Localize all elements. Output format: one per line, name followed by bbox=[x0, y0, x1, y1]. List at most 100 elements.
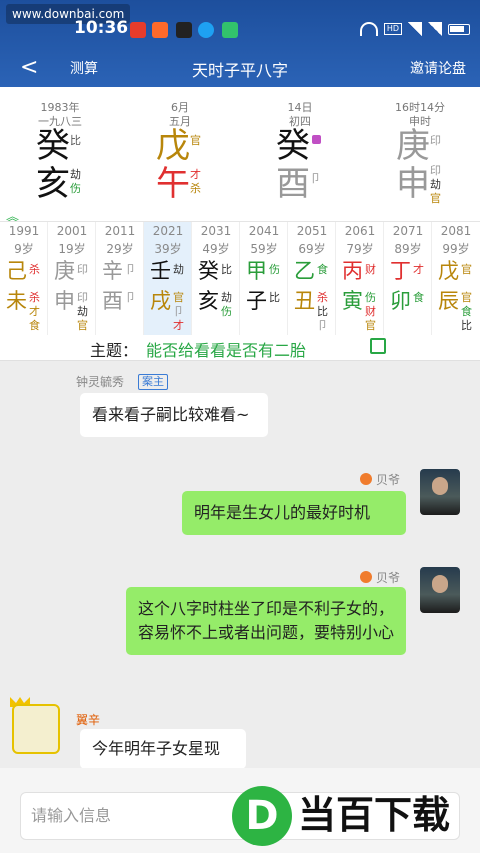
decade-label: 财 bbox=[365, 263, 376, 276]
decade-label: 食 bbox=[413, 291, 424, 304]
watermark-logo: D bbox=[232, 786, 292, 846]
decade-label: 官 bbox=[461, 263, 472, 276]
decade-label: 劫 bbox=[77, 305, 88, 318]
decade-stem: 癸 bbox=[198, 259, 219, 283]
decade-branch: 戌 bbox=[150, 289, 171, 313]
decade-branch: 辰 bbox=[438, 289, 459, 313]
pillar-branch-label: 卩 bbox=[310, 172, 321, 185]
decade-label: 才 bbox=[173, 319, 184, 332]
decade-item[interactable]: 2001 19岁 庚 印 申 印 劫 官 bbox=[48, 222, 96, 336]
download-watermark: D 当百下载 bbox=[232, 786, 480, 848]
decade-item[interactable]: 2041 59岁 甲 伤 子 比 bbox=[240, 222, 288, 336]
decade-label: 印 bbox=[77, 291, 88, 304]
message-bubble[interactable]: 这个八字时柱坐了印是不利子女的，容易怀不上或者出问题，要特别小心 bbox=[126, 587, 406, 655]
pillar-branch-label: 伤 bbox=[70, 182, 81, 195]
decade-branch: 亥 bbox=[198, 289, 219, 313]
clock: 10:36 bbox=[74, 18, 129, 38]
avatar[interactable] bbox=[420, 567, 460, 613]
decade-branch: 酉 bbox=[102, 289, 123, 313]
topic-label: 主题： bbox=[90, 341, 139, 360]
decade-label: 财 bbox=[365, 305, 376, 318]
edit-icon[interactable] bbox=[370, 338, 386, 354]
decade-label: 劫 bbox=[173, 263, 184, 276]
message-bubble[interactable]: 明年是生女儿的最好时机 bbox=[182, 491, 406, 535]
decade-label: 比 bbox=[269, 291, 280, 304]
decade-age: 89岁 bbox=[394, 242, 422, 256]
pillar-stem: 癸 bbox=[276, 126, 310, 166]
decade-item[interactable]: 1991 9岁 己 杀 未 杀 才 食 bbox=[0, 222, 48, 336]
top-bar: www.downbai.com 10:36 HD < 测算 天时子平八字 邀请论… bbox=[0, 0, 480, 87]
pillar-year: 1983年 一九八三 癸 比 亥 劫 伤 bbox=[0, 87, 120, 207]
pillar-branch: 午 bbox=[156, 164, 190, 204]
decade-year: 1991 bbox=[8, 224, 40, 238]
decade-age: 79岁 bbox=[346, 242, 374, 256]
decade-item[interactable]: 2061 79岁 丙 财 寅 伤 财 官 bbox=[336, 222, 384, 336]
wifi-icon bbox=[360, 22, 378, 36]
decade-item[interactable]: 2071 89岁 丁 才 卯 食 bbox=[384, 222, 432, 336]
decade-year: 2031 bbox=[200, 224, 232, 238]
chat-area[interactable]: 钟灵毓秀 案主 看来看子嗣比较难看~ 贝爷 明年是生女儿的最好时机 贝爷 这个八… bbox=[0, 361, 480, 769]
decade-age: 9岁 bbox=[14, 242, 34, 256]
watermark-text: 当百下载 bbox=[298, 793, 451, 837]
decade-item[interactable]: 2011 29岁 辛 卩 酉 卩 bbox=[96, 222, 144, 336]
pillar-month: 6月 五月 戊 官 午 才 杀 bbox=[120, 87, 240, 207]
pillar-stem-label: 官 bbox=[190, 134, 201, 147]
decade-item[interactable]: 2051 69岁 乙 食 丑 杀 比 卩 bbox=[288, 222, 336, 336]
status-bar: www.downbai.com 10:36 HD bbox=[0, 0, 480, 44]
level-badge-icon bbox=[360, 571, 372, 583]
avatar[interactable] bbox=[420, 469, 460, 515]
decade-year: 2011 bbox=[104, 224, 136, 238]
decade-year: 2071 bbox=[392, 224, 424, 238]
topic-bar: 主题： 能否给看看是否有二胎 bbox=[0, 335, 480, 361]
decade-label: 官 bbox=[461, 291, 472, 304]
decade-age: 99岁 bbox=[442, 242, 470, 256]
decade-stem: 乙 bbox=[294, 259, 315, 283]
avatar[interactable] bbox=[12, 704, 60, 754]
decade-label: 官 bbox=[365, 319, 376, 332]
four-pillars: 1983年 一九八三 癸 比 亥 劫 伤 6月 五月 戊 官 午 才 杀 14日… bbox=[0, 87, 480, 207]
decade-label: 杀 bbox=[29, 263, 40, 276]
decade-label: 伤 bbox=[221, 305, 232, 318]
decade-label: 比 bbox=[317, 305, 328, 318]
pillar-branch-label: 劫 bbox=[70, 168, 81, 181]
nav-bar: < 测算 天时子平八字 邀请论盘 bbox=[0, 50, 480, 84]
phone-icon bbox=[222, 22, 238, 38]
decade-label: 食 bbox=[317, 263, 328, 276]
sender-name: 钟灵毓秀 bbox=[76, 375, 125, 389]
app-notification-icon bbox=[130, 22, 146, 38]
topic-text: 能否给看看是否有二胎 bbox=[146, 341, 307, 360]
owner-badge: 案主 bbox=[138, 374, 168, 390]
pillar-branch-label: 才 bbox=[190, 168, 201, 181]
sender-name: 贝爷 bbox=[376, 473, 401, 487]
pillar-branch-label: 杀 bbox=[190, 182, 201, 195]
signal-icon bbox=[408, 22, 422, 36]
decade-label: 才 bbox=[413, 263, 424, 276]
decade-label: 官 bbox=[77, 319, 88, 332]
pillar-hour: 16时14分 申时 庚 印 申 印 劫 官 bbox=[360, 87, 480, 207]
decade-label: 卩 bbox=[173, 305, 184, 318]
decade-stem: 庚 bbox=[54, 259, 75, 283]
battery-icon bbox=[448, 23, 470, 35]
decade-stem: 壬 bbox=[150, 259, 171, 283]
decade-year: 2021 bbox=[152, 224, 184, 238]
decade-year: 2061 bbox=[344, 224, 376, 238]
system-icons: HD bbox=[360, 20, 470, 38]
pillar-branch-label: 官 bbox=[430, 192, 441, 205]
decade-stem: 辛 bbox=[102, 259, 123, 283]
pillar-stem-label: 印 bbox=[430, 134, 441, 147]
pillar-branch-label: 印 bbox=[430, 164, 441, 177]
decade-item[interactable]: 2031 49岁 癸 比 亥 劫 伤 bbox=[192, 222, 240, 336]
decade-age: 59岁 bbox=[250, 242, 278, 256]
invite-button[interactable]: 邀请论盘 bbox=[410, 58, 466, 78]
decade-branch: 卯 bbox=[390, 289, 411, 313]
pillar-day: 14日 初四 癸 酉 卩 bbox=[240, 87, 360, 207]
decade-label: 卩 bbox=[317, 319, 328, 332]
decade-age: 69岁 bbox=[298, 242, 326, 256]
pillar-stem: 癸 bbox=[36, 126, 70, 166]
message-bubble[interactable]: 今年明年子女星现 bbox=[80, 729, 246, 769]
decade-label: 伤 bbox=[365, 291, 376, 304]
decade-item-selected[interactable]: 2021 39岁 壬 劫 戌 官 卩 才 bbox=[144, 222, 192, 336]
pillar-stem: 戊 bbox=[156, 126, 190, 166]
message-bubble[interactable]: 看来看子嗣比较难看~ bbox=[80, 393, 268, 437]
decade-item[interactable]: 2081 99岁 戊 官 辰 官 食 比 bbox=[432, 222, 480, 336]
